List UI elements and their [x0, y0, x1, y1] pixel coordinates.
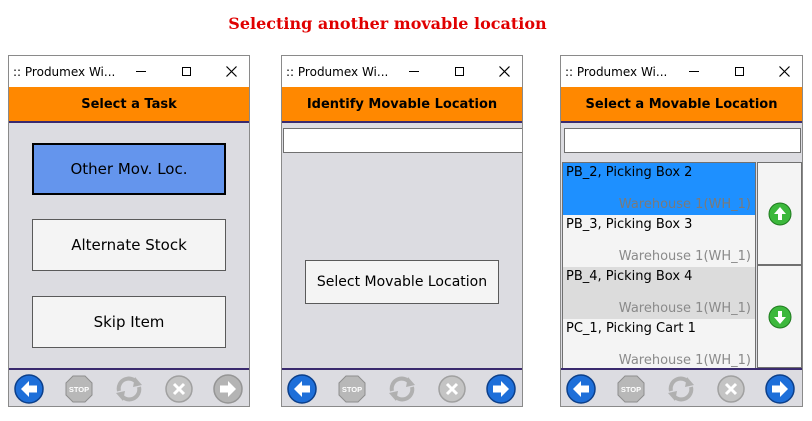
minimize-button[interactable]: [676, 58, 712, 85]
window-select-movable-location: :: Produmex Wi... Select a Movable Locat…: [560, 55, 803, 407]
back-arrow-icon[interactable]: [286, 373, 318, 405]
maximize-icon: [454, 67, 464, 76]
list-item[interactable]: PB_2, Picking Box 2 Warehouse 1(WH_1): [563, 163, 755, 215]
forward-arrow-icon[interactable]: [764, 373, 796, 405]
maximize-button[interactable]: [441, 58, 477, 85]
item-warehouse: Warehouse 1(WH_1): [618, 197, 751, 212]
refresh-icon: [389, 376, 415, 402]
svg-text:STOP: STOP: [342, 385, 362, 394]
close-icon: [225, 66, 237, 77]
minimize-icon: [689, 71, 699, 72]
forward-arrow-icon: [213, 374, 243, 404]
app-title: :: Produmex Wi...: [565, 65, 668, 79]
arrow-down-icon: [768, 305, 791, 328]
app-title: :: Produmex Wi...: [13, 65, 116, 79]
back-arrow-icon[interactable]: [13, 373, 45, 405]
title-bar: :: Produmex Wi...: [561, 56, 802, 87]
window-identify-movable-location: :: Produmex Wi... Identify Movable Locat…: [281, 55, 523, 407]
window-select-task: :: Produmex Wi... Select a Task Other Mo…: [8, 55, 250, 407]
close-icon: [778, 66, 790, 77]
arrow-up-icon: [768, 202, 791, 225]
close-icon: [498, 66, 510, 77]
bottom-toolbar: STOP: [9, 368, 249, 406]
screen-header: Select a Movable Location: [561, 87, 802, 123]
list-item[interactable]: PB_3, Picking Box 3 Warehouse 1(WH_1): [563, 215, 755, 267]
select-movable-location-button[interactable]: Select Movable Location: [305, 260, 499, 304]
bottom-toolbar: STOP: [282, 368, 522, 406]
minimize-icon: [136, 71, 146, 72]
location-input[interactable]: [283, 128, 522, 153]
item-warehouse: Warehouse 1(WH_1): [618, 353, 751, 368]
app-title: :: Produmex Wi...: [286, 65, 389, 79]
minimize-button[interactable]: [396, 58, 432, 85]
location-filter-input[interactable]: [564, 128, 801, 153]
close-button[interactable]: [766, 58, 802, 85]
close-button[interactable]: [213, 58, 249, 85]
svg-text:STOP: STOP: [69, 385, 89, 394]
stop-icon: STOP: [338, 375, 366, 403]
maximize-button[interactable]: [168, 58, 204, 85]
bottom-toolbar: STOP: [561, 368, 802, 406]
scroll-up-button[interactable]: [757, 162, 802, 265]
maximize-icon: [734, 67, 744, 76]
list-item[interactable]: PC_1, Picking Cart 1 Warehouse 1(WH_1): [563, 319, 755, 368]
minimize-icon: [409, 71, 419, 72]
refresh-icon: [116, 376, 142, 402]
cancel-icon: [438, 375, 466, 403]
movable-location-list: PB_2, Picking Box 2 Warehouse 1(WH_1) PB…: [562, 162, 756, 369]
item-name: PB_3, Picking Box 3: [566, 217, 693, 232]
item-name: PB_4, Picking Box 4: [566, 269, 693, 284]
screen-header: Select a Task: [9, 87, 249, 123]
scroll-down-button[interactable]: [757, 265, 802, 368]
cancel-icon: [717, 375, 745, 403]
cancel-icon: [165, 375, 193, 403]
back-arrow-icon[interactable]: [565, 373, 597, 405]
close-button[interactable]: [486, 58, 522, 85]
title-bar: :: Produmex Wi...: [282, 56, 522, 87]
svg-text:STOP: STOP: [621, 385, 641, 394]
stop-icon: STOP: [65, 375, 93, 403]
list-item[interactable]: PB_4, Picking Box 4 Warehouse 1(WH_1): [563, 267, 755, 319]
skip-item-button[interactable]: Skip Item: [32, 296, 226, 348]
item-name: PB_2, Picking Box 2: [566, 165, 693, 180]
stop-icon: STOP: [617, 375, 645, 403]
maximize-icon: [181, 67, 191, 76]
page-title: Selecting another movable location: [228, 14, 547, 33]
minimize-button[interactable]: [123, 58, 159, 85]
forward-arrow-icon[interactable]: [485, 373, 517, 405]
refresh-icon: [668, 376, 694, 402]
alternate-stock-button[interactable]: Alternate Stock: [32, 219, 226, 271]
screen-header: Identify Movable Location: [282, 87, 522, 123]
item-name: PC_1, Picking Cart 1: [566, 321, 696, 336]
item-warehouse: Warehouse 1(WH_1): [618, 301, 751, 316]
other-mov-loc-button[interactable]: Other Mov. Loc.: [32, 143, 226, 195]
item-warehouse: Warehouse 1(WH_1): [618, 249, 751, 264]
maximize-button[interactable]: [721, 58, 757, 85]
title-bar: :: Produmex Wi...: [9, 56, 249, 87]
